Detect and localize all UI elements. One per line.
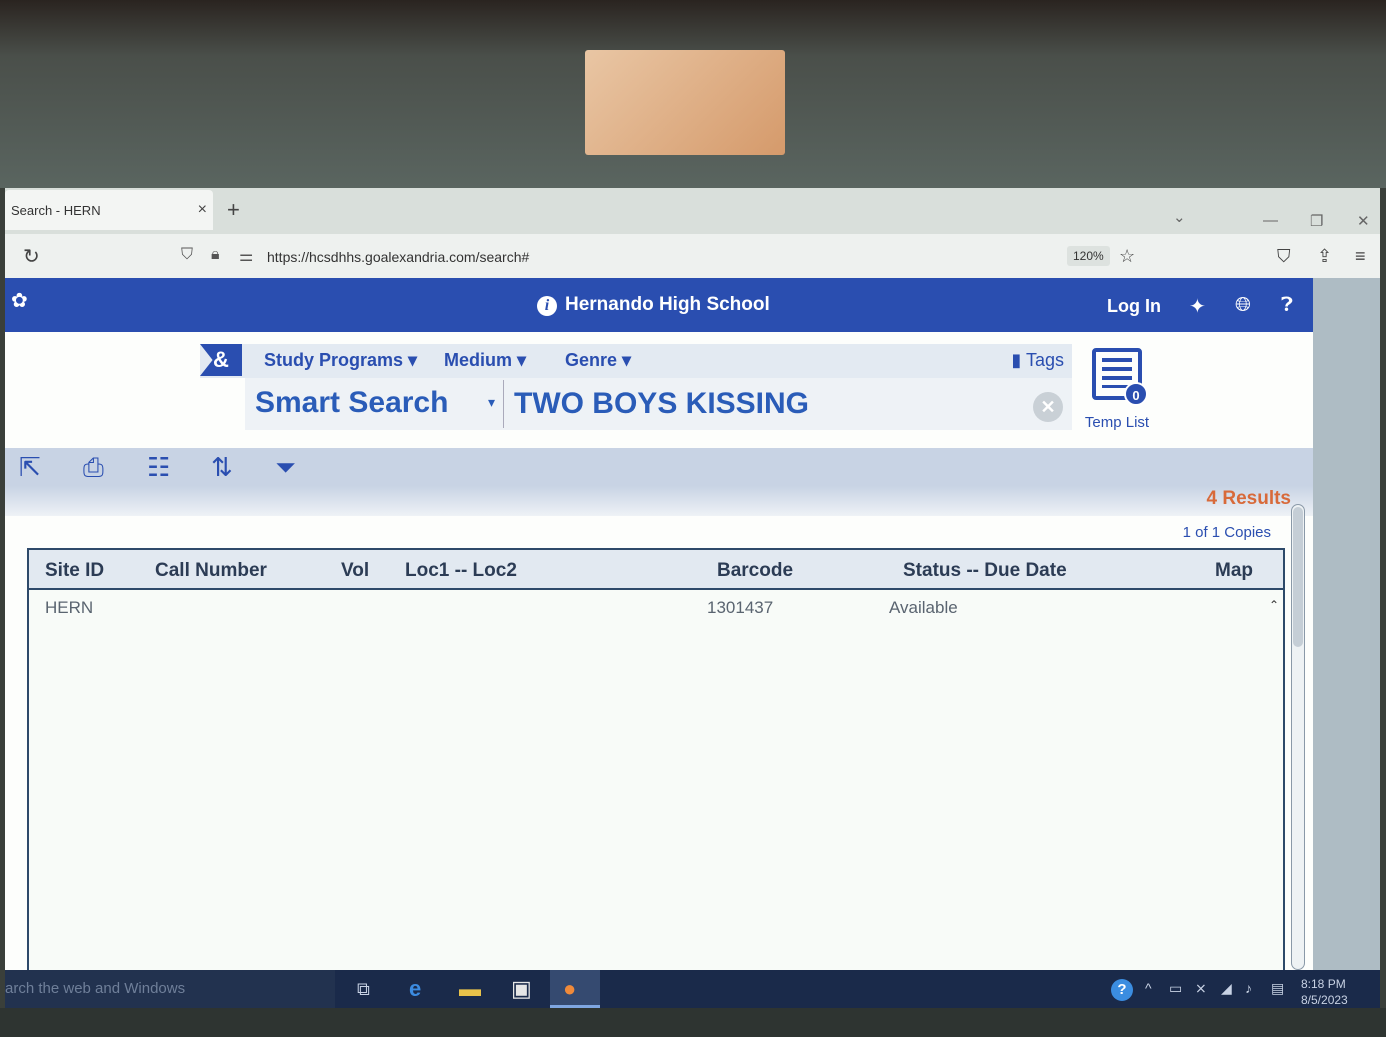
- temp-list-count: 0: [1124, 382, 1148, 406]
- results-toolbar: ⇱ ⎙ ☷ ⇅ ⏷: [5, 448, 1313, 486]
- new-tab-button[interactable]: +: [227, 197, 240, 223]
- photo-sticker: [585, 50, 785, 155]
- table-row[interactable]: HERN 1301437 Available: [29, 590, 1283, 622]
- minimize-icon[interactable]: —: [1263, 212, 1278, 229]
- url-field[interactable]: https://hcsdhhs.goalexandria.com/search#: [267, 249, 529, 265]
- menu-icon[interactable]: ≡: [1355, 246, 1366, 267]
- col-loc[interactable]: Loc1 -- Loc2: [405, 560, 517, 582]
- col-barcode[interactable]: Barcode: [717, 560, 793, 582]
- search-mode-caret-icon[interactable]: ▾: [488, 394, 495, 411]
- results-scrollbar[interactable]: [1291, 504, 1305, 970]
- windows-taskbar: arch the web and Windows ⧉ e ▬ ▣ ● ? ^ ▭…: [5, 970, 1380, 1008]
- task-view-icon[interactable]: ⧉: [357, 979, 370, 1000]
- zoom-level[interactable]: 120%: [1067, 246, 1110, 266]
- top-nav: ✿ i Hernando High School Log In ✦ 🌐︎ ❓︎: [5, 278, 1313, 332]
- school-name[interactable]: i Hernando High School: [537, 294, 770, 316]
- ampersand-badge[interactable]: &: [200, 344, 242, 376]
- col-call-number[interactable]: Call Number: [155, 560, 267, 582]
- lock-icon[interactable]: 🔒︎: [211, 246, 220, 264]
- print-icon[interactable]: ⎙: [83, 452, 104, 484]
- tab-bar: Search - HERN × + ⌄ — ❐ ✕: [5, 188, 1380, 234]
- results-count: 4 Results: [1206, 488, 1291, 509]
- taskbar-search[interactable]: arch the web and Windows: [5, 970, 335, 1008]
- taskbar-help-icon[interactable]: ?: [1111, 979, 1133, 1001]
- login-link[interactable]: Log In: [1107, 296, 1161, 317]
- reload-icon[interactable]: ↻: [23, 244, 40, 269]
- copies-table: Site ID Call Number Vol Loc1 -- Loc2 Bar…: [27, 548, 1285, 970]
- temp-list-icon: 0: [1092, 348, 1148, 406]
- extensions-icon[interactable]: ⇪: [1317, 246, 1332, 267]
- alexandria-logo-icon[interactable]: ✿: [11, 288, 28, 313]
- temp-list-button[interactable]: 0 Temp List: [1077, 348, 1157, 431]
- tags-button[interactable]: ▮ Tags: [1011, 350, 1064, 371]
- filter-bar: & Study Programs ▾ Medium ▾ Genre ▾ ▮ Ta…: [200, 344, 1072, 378]
- tab-list-chevron-icon[interactable]: ⌄: [1173, 208, 1186, 226]
- info-icon: i: [537, 296, 557, 316]
- temp-list-label: Temp List: [1084, 414, 1150, 431]
- medium-dropdown[interactable]: Medium ▾: [444, 350, 526, 371]
- compass-icon[interactable]: ✦: [1189, 294, 1206, 319]
- notifications-icon[interactable]: ▤: [1271, 980, 1284, 997]
- col-site-id[interactable]: Site ID: [45, 560, 104, 582]
- col-status[interactable]: Status -- Due Date: [903, 560, 1067, 582]
- monitor-bezel-top: [0, 0, 1386, 188]
- bookmark-icon: ▮: [1011, 350, 1022, 370]
- cell-site-id: HERN: [45, 598, 94, 617]
- bookmark-star-icon[interactable]: ☆: [1119, 246, 1135, 267]
- collapse-chevron-icon[interactable]: ⌃: [1269, 598, 1279, 612]
- cell-barcode: 1301437: [707, 598, 774, 617]
- help-icon[interactable]: ❓︎: [1281, 294, 1293, 317]
- results-bar: 4 Results: [5, 486, 1313, 516]
- table-header: Site ID Call Number Vol Loc1 -- Loc2 Bar…: [29, 550, 1283, 590]
- col-vol[interactable]: Vol: [341, 560, 369, 582]
- firefox-icon: ●: [563, 976, 577, 1001]
- firefox-taskbar-button[interactable]: ●: [550, 970, 600, 1008]
- show-hidden-icons-icon[interactable]: ^: [1145, 980, 1152, 996]
- volume-icon[interactable]: ♪: [1245, 980, 1252, 996]
- network-off-icon[interactable]: ⨯: [1195, 980, 1207, 997]
- browser-tab[interactable]: Search - HERN ×: [5, 190, 213, 230]
- col-map[interactable]: Map: [1215, 560, 1253, 582]
- address-bar: ↻ ⛉ 🔒︎ ⚌ https://hcsdhhs.goalexandria.co…: [5, 234, 1380, 278]
- browser-window: Search - HERN × + ⌄ — ❐ ✕ ↻ ⛉ 🔒︎ ⚌ https…: [5, 188, 1380, 970]
- export-icon[interactable]: ⇱: [19, 452, 41, 483]
- search-row: Smart Search ▾ ✕: [245, 378, 1072, 430]
- cell-status: Available: [889, 598, 958, 617]
- copies-count: 1 of 1 Copies: [1182, 524, 1271, 541]
- battery-icon[interactable]: ▭: [1169, 980, 1182, 997]
- search-input[interactable]: [503, 380, 1063, 428]
- close-window-icon[interactable]: ✕: [1357, 212, 1370, 230]
- scrollbar-thumb[interactable]: [1293, 507, 1303, 647]
- sort-az-icon[interactable]: ⇅: [211, 452, 233, 483]
- tab-title: Search - HERN: [11, 202, 101, 218]
- file-explorer-icon[interactable]: ▬: [459, 976, 481, 1002]
- wifi-icon[interactable]: ◢: [1221, 980, 1232, 997]
- genre-dropdown[interactable]: Genre ▾: [565, 350, 631, 371]
- clear-search-icon[interactable]: ✕: [1033, 392, 1063, 422]
- permissions-icon[interactable]: ⚌: [239, 246, 253, 266]
- restore-icon[interactable]: ❐: [1310, 212, 1323, 230]
- monitor-bezel-bottom: [0, 1008, 1386, 1037]
- search-mode-label[interactable]: Smart Search: [255, 386, 448, 420]
- tab-close-icon[interactable]: ×: [198, 201, 207, 219]
- page-margin: [1313, 278, 1380, 970]
- taskbar-clock[interactable]: 8:18 PM 8/5/2023: [1301, 976, 1348, 1008]
- pocket-icon[interactable]: ⛉: [1277, 246, 1291, 267]
- globe-icon[interactable]: 🌐︎: [1235, 294, 1251, 317]
- web-page: ✿ i Hernando High School Log In ✦ 🌐︎ ❓︎ &…: [5, 278, 1313, 970]
- filter-funnel-icon[interactable]: ⏷: [275, 452, 296, 484]
- shield-icon[interactable]: ⛉: [181, 246, 193, 264]
- study-programs-dropdown[interactable]: Study Programs ▾: [264, 350, 417, 371]
- add-to-list-icon[interactable]: ☷: [147, 452, 170, 483]
- edge-icon[interactable]: e: [409, 976, 421, 1002]
- store-icon[interactable]: ▣: [511, 976, 532, 1002]
